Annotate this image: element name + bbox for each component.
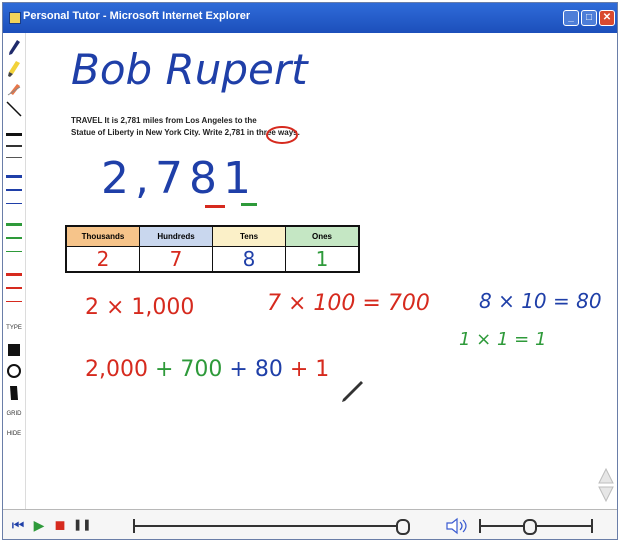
expanded-thousands: 2,000 (85, 357, 148, 382)
line-black[interactable] (6, 145, 22, 147)
expanded-ones: 1 (315, 357, 330, 382)
line-tool[interactable] (6, 101, 22, 117)
title-bar: Personal Tutor - Microsoft Internet Expl… (3, 3, 617, 33)
line-red[interactable] (6, 287, 22, 289)
circle-tool[interactable] (6, 363, 22, 379)
line-black-thin[interactable] (6, 157, 22, 158)
volume-thumb[interactable] (523, 519, 538, 535)
expanded-plus-2: + (229, 357, 248, 382)
eraser-tool[interactable] (6, 81, 22, 97)
underline-tens (205, 205, 225, 208)
progress-start-cap (133, 519, 135, 533)
work-ones: 1 × 1 = 1 (459, 329, 547, 350)
maximize-button[interactable]: □ (581, 10, 597, 26)
tool-palette: TYPE GRID HIDE (3, 33, 26, 509)
big-number: 2,781 (101, 153, 257, 204)
progress-track[interactable] (133, 525, 409, 527)
work-thousands: 2 × 1,000 (85, 295, 195, 320)
line-blue[interactable] (6, 189, 22, 191)
square-icon (8, 344, 20, 356)
player-controls: ⏮ ▶ ■ ❚❚ (3, 509, 617, 539)
speaker-icon[interactable] (445, 517, 471, 535)
grid-tool[interactable]: GRID (4, 411, 24, 418)
work-hundreds: 7 × 100 = 700 (267, 291, 430, 316)
hide-tool[interactable]: HIDE (4, 431, 24, 438)
page-tool[interactable] (6, 385, 22, 401)
scroll-arrows-icon[interactable] (597, 467, 615, 503)
line-blue-thick[interactable] (6, 175, 22, 178)
volume-start-cap (479, 519, 481, 533)
line-blue-thin[interactable] (6, 203, 22, 204)
expanded-form: 2,000 + 700 + 80 + 1 (85, 357, 329, 382)
type-tool[interactable]: TYPE (4, 325, 24, 332)
pen-icon (9, 40, 20, 55)
digit-ones: 1 (285, 246, 360, 273)
stop-button[interactable]: ■ (51, 516, 69, 534)
ie-icon (9, 12, 21, 24)
pen-cursor-icon (342, 381, 363, 402)
close-button[interactable]: ✕ (599, 10, 615, 26)
circle-mark (266, 126, 298, 144)
digit-hundreds: 7 (139, 246, 213, 273)
expanded-hundreds: 700 (180, 357, 223, 382)
rewind-button[interactable]: ⏮ (9, 516, 27, 534)
prompt-line-2: Statue of Liberty in New York City. Writ… (71, 128, 300, 137)
expanded-plus-1: + (154, 357, 174, 382)
header-tens: Tens (212, 225, 286, 247)
header-thousands: Thousands (65, 225, 140, 247)
work-tens: 8 × 10 = 80 (479, 289, 602, 313)
line-red-thin[interactable] (6, 301, 22, 302)
square-tool[interactable] (6, 343, 22, 357)
volume-end-cap (591, 519, 593, 533)
whiteboard-canvas[interactable]: Bob Rupert TRAVEL It is 2,781 miles from… (27, 33, 615, 509)
digit-thousands: 2 (65, 246, 140, 273)
highlighter-icon (8, 61, 20, 77)
line-icon (6, 101, 22, 117)
header-ones: Ones (285, 225, 360, 247)
play-button[interactable]: ▶ (31, 516, 47, 534)
eraser-icon (7, 84, 21, 96)
header-hundreds: Hundreds (139, 225, 213, 247)
window-title: Personal Tutor - Microsoft Internet Expl… (23, 10, 251, 22)
expanded-tens: 80 (254, 357, 283, 382)
prompt-line-1: TRAVEL It is 2,781 miles from Los Angele… (71, 116, 257, 125)
line-black-thick[interactable] (6, 133, 22, 136)
place-value-table: Thousands Hundreds Tens Ones 2 7 8 1 (65, 225, 360, 273)
student-name: Bob Rupert (71, 45, 308, 94)
line-green-thick[interactable] (6, 223, 22, 226)
app-window: Personal Tutor - Microsoft Internet Expl… (2, 2, 618, 540)
circle-icon (7, 364, 21, 378)
pause-button[interactable]: ❚❚ (73, 516, 91, 534)
problem-prompt: TRAVEL It is 2,781 miles from Los Angele… (71, 115, 371, 139)
underline-ones (241, 203, 257, 206)
progress-thumb[interactable] (396, 519, 411, 535)
line-green[interactable] (6, 237, 22, 239)
highlighter-tool[interactable] (6, 60, 22, 78)
digit-tens: 8 (212, 246, 286, 273)
pen-tool[interactable] (6, 39, 22, 57)
page-icon (10, 386, 18, 400)
line-red-thick[interactable] (6, 273, 22, 276)
line-green-thin[interactable] (6, 251, 22, 252)
minimize-button[interactable]: _ (563, 10, 579, 26)
expanded-plus-3: + (289, 357, 309, 382)
